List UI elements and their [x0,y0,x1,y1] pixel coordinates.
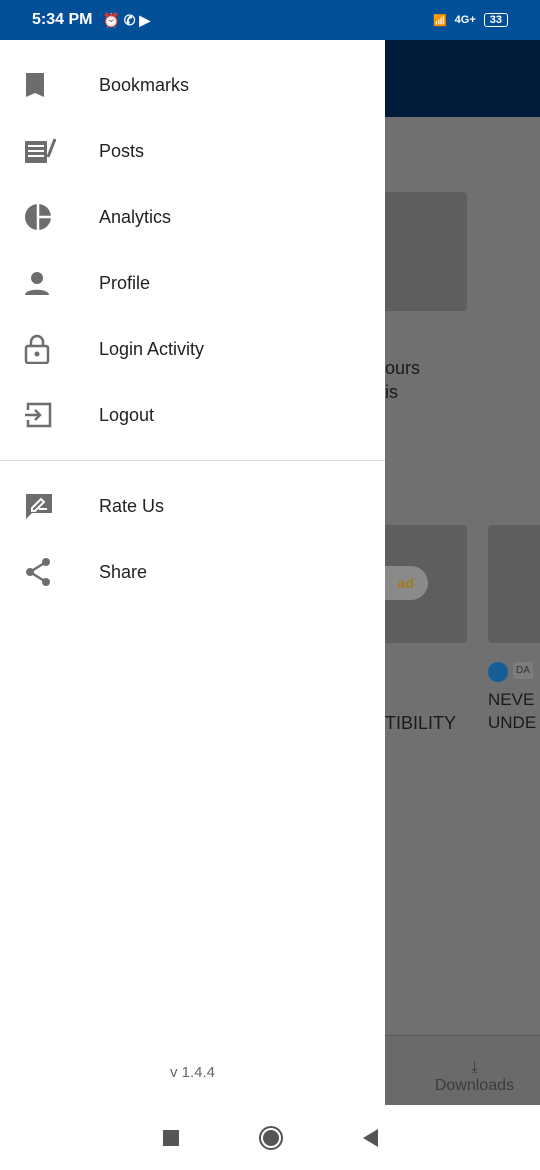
download-icon: ⤓ [470,1059,478,1076]
nav-label: Downloads [434,1077,514,1094]
card-title: UNDE [488,713,537,732]
home-button[interactable] [258,1125,283,1150]
posts-icon [0,137,99,165]
status-time: 5:34 PM [32,11,93,28]
drawer-item-label: Logout [99,404,155,425]
drawer-item-label: Posts [99,140,145,161]
notification-icons: ⏰ ✆ ▶ [102,11,151,28]
card-title: NEVE [488,690,535,709]
lock-icon [0,334,99,364]
status-bar: 5:34 PM ⏰ ✆ ▶ 📶 4G+ 33 [0,0,540,40]
battery-icon: 33 [483,13,508,27]
logout-icon [0,402,99,428]
drawer-item-label: Profile [99,272,151,293]
network-type: 4G+ [454,14,476,26]
drawer-item-label: Login Activity [99,338,205,359]
wifi-icon: 📶 [432,14,447,27]
rate-icon [0,492,99,520]
pie-chart-icon [0,203,99,231]
back-button[interactable] [362,1128,378,1147]
card-title: TIBILITY [385,713,457,733]
drawer-item-label: Analytics [99,206,172,227]
card-image[interactable] [488,525,540,643]
share-icon [0,557,99,587]
drawer-item-rate-us[interactable]: Rate Us [0,473,385,539]
drawer-item-bookmarks[interactable]: Bookmarks [0,52,385,118]
doc-icon [488,662,508,682]
drawer-item-label: Bookmarks [99,74,190,95]
snippet: ours [385,358,421,378]
bookmark-icon [0,72,99,98]
person-icon [0,270,99,296]
app-version: v 1.4.4 [169,1064,216,1081]
recents-button[interactable] [162,1129,179,1146]
drawer-item-label: Share [99,561,148,582]
tag: DA [513,662,533,679]
drawer-item-label: Rate Us [99,495,165,516]
drawer-item-login-activity[interactable]: Login Activity [0,316,385,382]
nav-downloads[interactable]: ⤓ Downloads [435,1059,514,1095]
drawer-item-profile[interactable]: Profile [0,250,385,316]
drawer-item-posts[interactable]: Posts [0,118,385,184]
snippet: is [385,382,398,402]
drawer-item-analytics[interactable]: Analytics [0,184,385,250]
drawer-item-share[interactable]: Share [0,539,385,605]
divider [0,460,385,461]
navigation-drawer: Bookmarks Posts Analytics Profile Login Acti… [0,40,385,1105]
system-nav-bar [0,1105,540,1170]
drawer-item-logout[interactable]: Logout [0,382,385,448]
